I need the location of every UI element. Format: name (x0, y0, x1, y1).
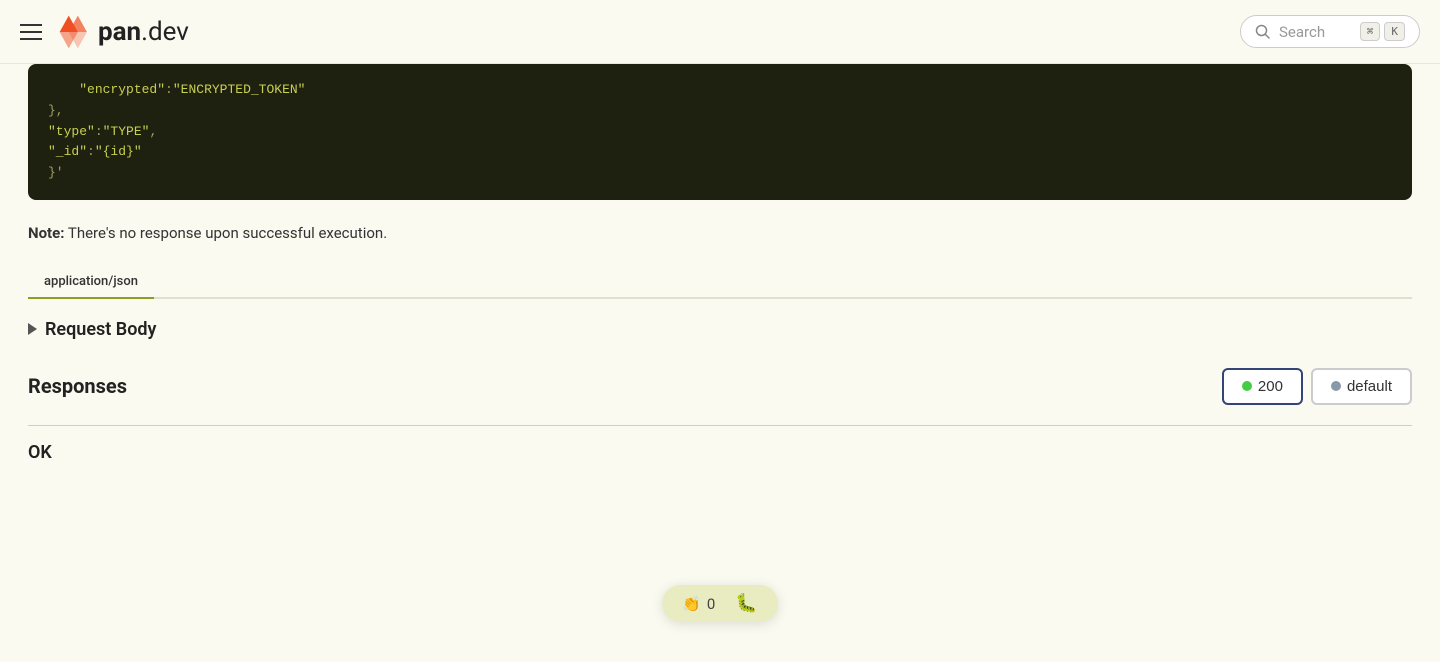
header: pan.dev Search ⌘ K (0, 0, 1440, 64)
tab-bar: application/json (28, 266, 1412, 299)
triangle-expand-icon (28, 323, 37, 335)
request-body-label: Request Body (45, 319, 156, 340)
response-default-label: default (1347, 378, 1392, 395)
note-label: Note: (28, 224, 64, 242)
search-placeholder-text: Search (1279, 23, 1352, 41)
clap-count: 0 (707, 595, 715, 613)
floating-action-bar: 👏 0 🐛 (662, 585, 778, 622)
response-200-label: 200 (1258, 378, 1283, 395)
bug-icon: 🐛 (735, 593, 757, 614)
search-bar[interactable]: Search ⌘ K (1240, 15, 1420, 48)
clap-icon: 👏 (682, 595, 701, 613)
pan-logo-icon (56, 12, 96, 52)
response-buttons: 200 default (1222, 368, 1412, 405)
dot-200-icon (1242, 381, 1252, 391)
ok-text: OK (28, 426, 1412, 463)
responses-label: Responses (28, 374, 127, 398)
code-block: "encrypted":"ENCRYPTED_TOKEN" }, "type":… (28, 64, 1412, 200)
bug-report-button[interactable]: 🐛 (735, 593, 757, 614)
response-default-button[interactable]: default (1311, 368, 1412, 405)
code-pre: "encrypted":"ENCRYPTED_TOKEN" }, "type":… (48, 80, 1392, 184)
logo[interactable]: pan.dev (56, 12, 189, 52)
note-section: Note: There's no response upon successfu… (28, 224, 1412, 242)
main-content: "encrypted":"ENCRYPTED_TOKEN" }, "type":… (0, 0, 1440, 503)
clap-button[interactable]: 👏 0 (682, 595, 715, 613)
request-body-section-header[interactable]: Request Body (28, 319, 1412, 340)
header-left: pan.dev (20, 12, 189, 52)
note-text: There's no response upon successful exec… (68, 224, 387, 242)
logo-text: pan.dev (98, 17, 189, 47)
search-icon (1255, 24, 1271, 40)
hamburger-menu-button[interactable] (20, 24, 42, 40)
tab-application-json[interactable]: application/json (28, 266, 154, 299)
kbd-modifier: ⌘ (1360, 22, 1381, 41)
dot-default-icon (1331, 381, 1341, 391)
responses-section: Responses 200 default (28, 360, 1412, 405)
response-200-button[interactable]: 200 (1222, 368, 1303, 405)
kbd-key: K (1384, 22, 1405, 41)
search-keyboard-shortcut: ⌘ K (1360, 22, 1405, 41)
